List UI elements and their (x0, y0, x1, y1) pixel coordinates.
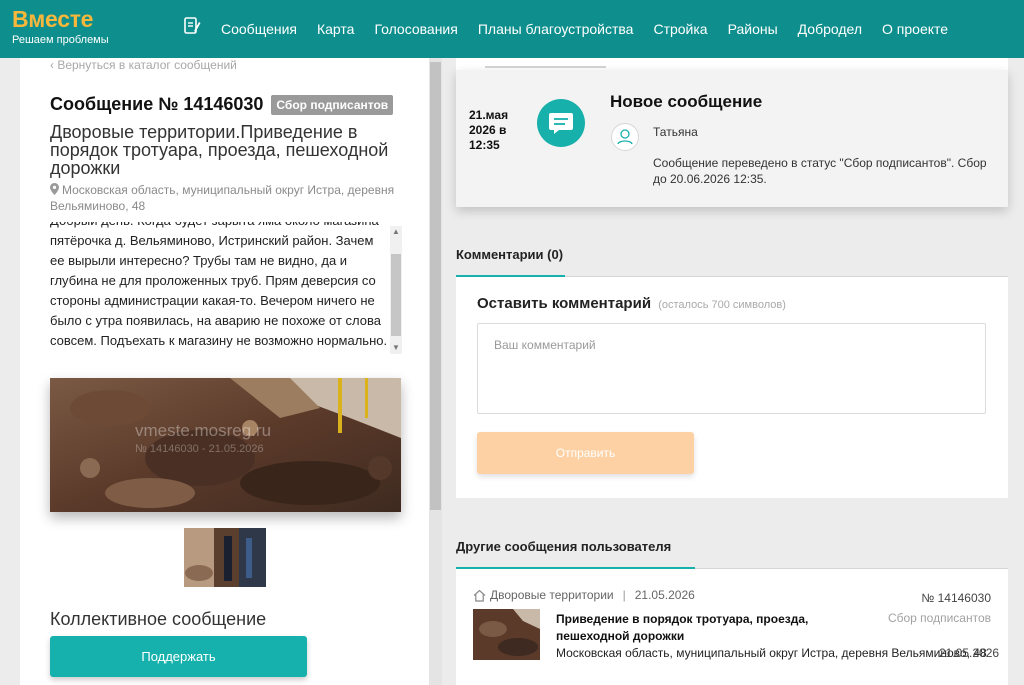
category-separator: | (622, 588, 626, 602)
other-message-address: Московская область, муниципальный округ … (556, 646, 987, 660)
other-message-thumbnail[interactable] (473, 609, 540, 660)
comment-form-title: Оставить комментарий (осталось 700 симво… (477, 295, 786, 312)
main-nav: Сообщения Карта Голосования Планы благоу… (211, 0, 958, 58)
nav-item-votes[interactable]: Голосования (374, 21, 457, 37)
top-navbar: Вместе Решаем проблемы Сообщения Карта Г… (0, 0, 1024, 58)
photo-watermark-id: № 14146030 - 21.05.2026 (135, 443, 264, 455)
other-message-date: 21.05.2026 (634, 588, 695, 602)
event-title: Новое сообщение (610, 92, 763, 111)
history-tabs-card (456, 58, 1008, 70)
back-to-catalog-link[interactable]: ‹ Вернуться в каталог сообщений (50, 58, 237, 72)
location-pin-icon (50, 183, 59, 195)
nav-item-messages[interactable]: Сообщения (221, 21, 297, 37)
scroll-up-arrow-icon[interactable]: ▲ (390, 226, 402, 238)
nav-item-districts[interactable]: Районы (728, 21, 778, 37)
nav-item-improvement-plans[interactable]: Планы благоустройства (478, 21, 634, 37)
logo[interactable]: Вместе Решаем проблемы (12, 6, 109, 47)
other-message-status: Сбор подписантов (887, 611, 991, 625)
nav-item-construction[interactable]: Стройка (653, 21, 707, 37)
message-category: Дворовые территории.Приведение в порядок… (50, 122, 389, 178)
speech-bubble-icon (549, 113, 573, 134)
photo-thumbnail[interactable] (184, 528, 266, 587)
other-message-date-overlay: 21.05.2026 (939, 646, 1000, 660)
comments-tab[interactable]: Комментарии (0) (456, 247, 563, 262)
comment-form-title-text: Оставить комментарий (477, 295, 652, 312)
home-icon (473, 589, 486, 602)
event-date: 21.мая 2026 в 12:35 (469, 108, 509, 152)
other-message-number: № 14146030 (921, 591, 991, 605)
description-scrollbar-thumb[interactable] (391, 254, 401, 336)
send-comment-button[interactable]: Отправить (477, 432, 694, 474)
nav-item-dobrodel[interactable]: Добродел (798, 21, 862, 37)
pipe-photo (184, 528, 266, 587)
other-message-title[interactable]: Приведение в порядок тротуара, проезда, … (556, 611, 826, 645)
logo-title: Вместе (12, 6, 94, 32)
message-number: Сообщение № 14146030 (50, 94, 264, 114)
logo-subtitle: Решаем проблемы (12, 34, 109, 46)
photo-watermark: vmeste.mosreg.ru (135, 421, 271, 440)
message-event-icon (537, 99, 585, 147)
support-button[interactable]: Поддержать (50, 636, 307, 677)
author-avatar (611, 123, 639, 151)
address-text: Московская область, муниципальный округ … (50, 183, 395, 213)
nav-item-map[interactable]: Карта (317, 21, 354, 37)
other-message-photo (473, 609, 540, 660)
other-message-category-line: Дворовые территории | 21.05.2026 (473, 588, 695, 602)
scroll-down-arrow-icon[interactable]: ▼ (390, 342, 402, 354)
event-text: Сообщение переведено в статус "Сбор подп… (653, 156, 987, 186)
excavation-photo: vmeste.mosreg.ru № 14146030 - 21.05.2026 (50, 378, 401, 512)
comment-input[interactable] (477, 323, 986, 414)
other-message-category: Дворовые территории (490, 588, 614, 602)
comment-char-limit-hint: (осталось 700 символов) (658, 299, 786, 311)
left-panel-scrollbar-thumb[interactable] (430, 62, 441, 510)
status-badge: Сбор подписантов (271, 94, 394, 115)
message-description: Добрый день. Когда будет зарыта яма окол… (50, 222, 388, 348)
message-address: Московская область, муниципальный округ … (50, 182, 410, 214)
message-title: Сообщение № 14146030 Сбор подписантов (50, 94, 394, 115)
create-message-icon[interactable] (183, 16, 201, 36)
user-icon (617, 129, 633, 145)
collective-message-label: Коллективное сообщение (50, 609, 267, 629)
description-scrollbar[interactable]: ▲ ▼ (390, 226, 402, 354)
event-author: Татьяна (653, 125, 698, 139)
other-messages-tab[interactable]: Другие сообщения пользователя (456, 539, 671, 554)
main-photo[interactable]: vmeste.mosreg.ru № 14146030 - 21.05.2026 (50, 378, 401, 512)
nav-item-about[interactable]: О проекте (882, 21, 948, 37)
history-tab-underline (485, 66, 606, 68)
message-description-box[interactable]: Добрый день. Когда будет зарыта яма окол… (50, 222, 402, 354)
